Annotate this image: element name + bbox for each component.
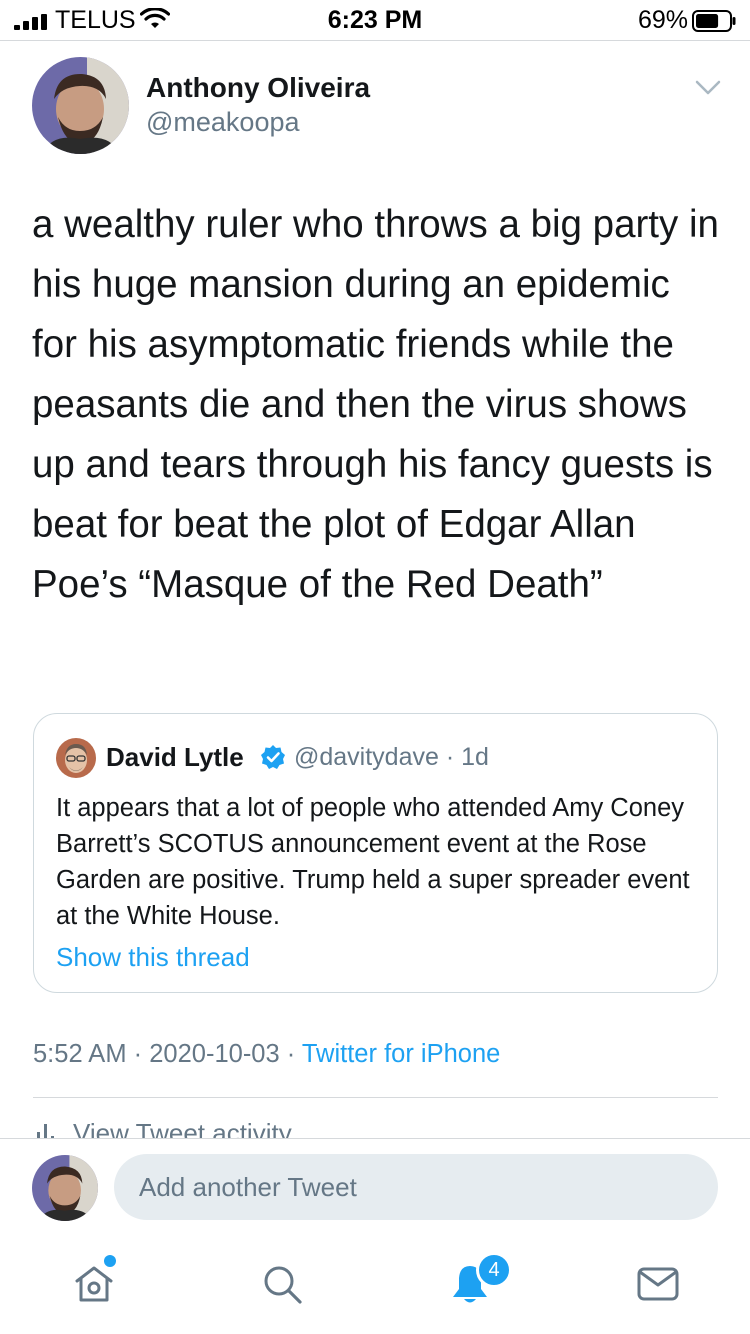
quote-author-name[interactable]: David Lytle	[106, 742, 244, 773]
reply-input[interactable]: Add another Tweet	[114, 1154, 718, 1220]
quoted-tweet-card[interactable]: David Lytle @davitydave · 1d It appears …	[33, 713, 718, 993]
status-divider	[0, 40, 750, 41]
view-activity-row[interactable]: View Tweet activity	[33, 1112, 533, 1138]
battery-icon	[692, 10, 736, 32]
meta-divider	[33, 1097, 718, 1098]
tweet-meta: 5:52 AM · 2020-10-03 · Twitter for iPhon…	[33, 1040, 500, 1069]
tweet-date: 2020-10-03	[149, 1040, 280, 1068]
meta-separator: ·	[279, 1040, 302, 1068]
author-handle[interactable]: @meakoopa	[146, 107, 300, 138]
user-avatar[interactable]	[32, 1155, 98, 1221]
quote-author-avatar[interactable]	[56, 738, 96, 778]
tweet-time: 5:52 AM	[33, 1040, 127, 1068]
messages-icon[interactable]	[636, 1262, 680, 1306]
chevron-down-icon[interactable]	[694, 78, 722, 98]
tweet-source-link[interactable]: Twitter for iPhone	[302, 1040, 500, 1068]
verified-badge-icon	[261, 745, 285, 769]
view-activity-label[interactable]: View Tweet activity	[73, 1118, 292, 1138]
show-thread-link[interactable]: Show this thread	[56, 942, 250, 973]
author-avatar[interactable]	[32, 57, 129, 154]
quote-author-handle: @davitydave · 1d	[294, 743, 489, 771]
reply-divider	[0, 1138, 750, 1139]
battery-percent: 69%	[637, 6, 688, 34]
home-unread-dot	[104, 1255, 116, 1267]
author-name[interactable]: Anthony Oliveira	[146, 72, 370, 104]
notification-count-badge: 4	[476, 1252, 512, 1288]
analytics-icon	[37, 1124, 54, 1138]
search-icon[interactable]	[260, 1262, 304, 1306]
tweet-text: a wealthy ruler who throws a big party i…	[32, 203, 719, 606]
quote-text: It appears that a lot of people who atte…	[56, 794, 690, 930]
status-bar: TELUS 6:23 PM 69%	[0, 0, 750, 40]
home-icon[interactable]	[72, 1262, 116, 1306]
meta-separator: ·	[126, 1040, 150, 1068]
